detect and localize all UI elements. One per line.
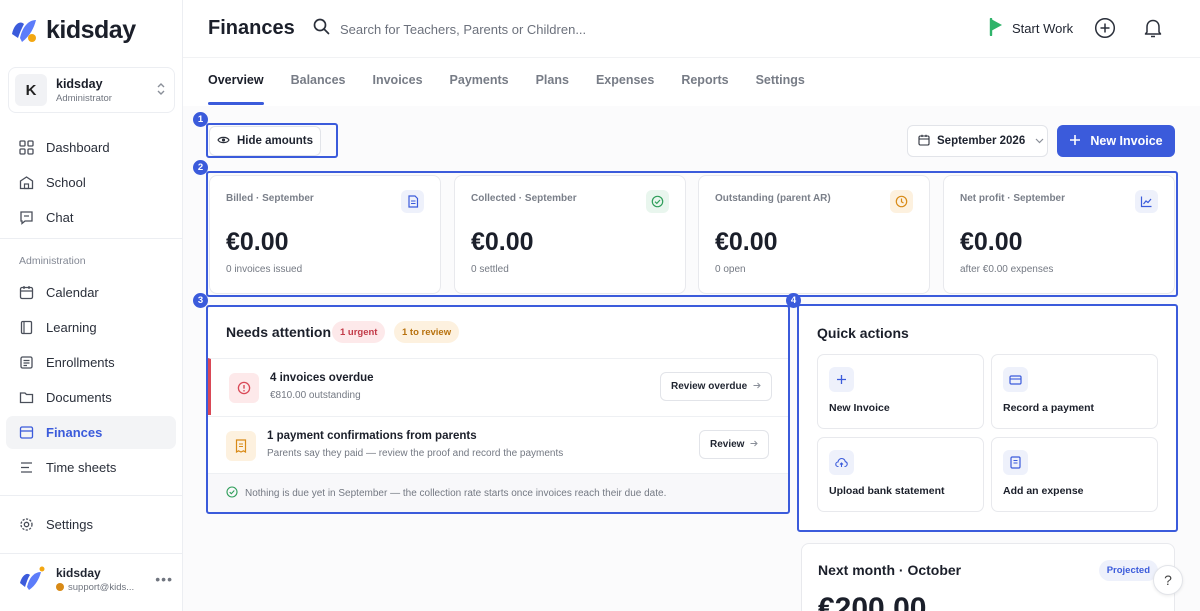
sidebar-item-label: Dashboard — [46, 140, 110, 155]
tab-payments[interactable]: Payments — [450, 58, 509, 104]
user-menu[interactable]: kidsday support@kids... ••• — [18, 565, 173, 593]
period-select[interactable]: September 2026 — [907, 125, 1048, 157]
tab-overview[interactable]: Overview — [208, 58, 264, 105]
sidebar-divider — [0, 238, 183, 239]
user-name: kidsday — [56, 565, 101, 580]
tab-settings[interactable]: Settings — [756, 58, 805, 104]
org-role: Administrator — [56, 92, 112, 104]
next-month-card: Next month · October Projected €200.00 — [801, 543, 1175, 611]
sidebar-item-label: Enrollments — [46, 355, 115, 370]
brand-name: kidsday — [46, 15, 136, 44]
sidebar-item-dashboard[interactable]: Dashboard — [6, 131, 176, 164]
highlight-box — [206, 171, 1178, 297]
section-title: Next month · October — [818, 562, 962, 578]
sidebar-item-label: Documents — [46, 390, 112, 405]
brand[interactable]: kidsday — [8, 14, 136, 46]
calendar-icon — [18, 285, 34, 301]
search-bar[interactable]: Search for Teachers, Parents or Children… — [313, 18, 586, 40]
sidebar-item-chat[interactable]: Chat — [6, 201, 176, 234]
avatar — [18, 565, 46, 593]
sidebar-item-settings[interactable]: Settings — [6, 508, 176, 541]
sidebar-item-label: Time sheets — [46, 460, 117, 475]
enrollments-icon — [18, 355, 34, 371]
sidebar-item-label: Calendar — [46, 285, 99, 300]
kidsday-logo-icon — [8, 14, 40, 46]
folder-icon — [18, 390, 34, 406]
grid-icon — [18, 140, 34, 156]
sidebar-item-label: Chat — [46, 210, 74, 225]
page-title: Finances — [208, 17, 295, 39]
sidebar-item-learning[interactable]: Learning — [6, 311, 176, 344]
projected-value: €200.00 — [818, 592, 927, 611]
period-label: September 2026 — [937, 135, 1026, 147]
search-input[interactable]: Search for Teachers, Parents or Children… — [340, 22, 586, 37]
start-work-button[interactable]: Start Work — [989, 17, 1074, 39]
top-header: Finances Search for Teachers, Parents or… — [183, 0, 1200, 58]
sidebar-divider — [0, 553, 183, 554]
school-icon — [18, 175, 34, 191]
start-work-label: Start Work — [1012, 21, 1074, 36]
search-icon — [313, 18, 330, 40]
finance-tabs: Overview Balances Invoices Payments Plan… — [208, 58, 805, 106]
sidebar-divider — [0, 495, 183, 496]
sidebar-section-label: Administration — [19, 255, 86, 267]
user-email: support@kids... — [68, 581, 135, 593]
calendar-icon — [918, 134, 930, 149]
highlight-box — [206, 305, 790, 514]
finances-icon — [18, 425, 34, 441]
sidebar-item-label: Finances — [46, 425, 103, 440]
tab-plans[interactable]: Plans — [536, 58, 569, 104]
flag-icon — [989, 17, 1004, 39]
org-switcher[interactable]: K kidsday Administrator — [8, 67, 175, 113]
tab-balances[interactable]: Balances — [291, 58, 346, 104]
sidebar-item-enrollments[interactable]: Enrollments — [6, 346, 176, 379]
status-indicator — [56, 583, 64, 591]
tab-reports[interactable]: Reports — [681, 58, 728, 104]
org-name: kidsday — [56, 76, 103, 91]
plus-icon — [1069, 134, 1081, 149]
tab-invoices[interactable]: Invoices — [373, 58, 423, 104]
chevron-up-down-icon — [156, 82, 166, 99]
sidebar-item-label: School — [46, 175, 86, 190]
chevron-down-icon — [1035, 135, 1044, 147]
sidebar-item-documents[interactable]: Documents — [6, 381, 176, 414]
help-button[interactable]: ? — [1153, 565, 1183, 595]
annotation-marker: 2 — [193, 160, 208, 175]
highlight-box — [797, 304, 1178, 532]
sidebar-item-calendar[interactable]: Calendar — [6, 276, 176, 309]
new-invoice-button[interactable]: New Invoice — [1057, 125, 1175, 157]
add-circle-icon[interactable] — [1094, 17, 1116, 39]
annotation-marker: 4 — [786, 293, 801, 308]
book-icon — [18, 320, 34, 336]
sidebar-item-finances[interactable]: Finances — [6, 416, 176, 449]
sidebar-settings-nav: Settings — [6, 508, 176, 543]
sidebar-item-time-sheets[interactable]: Time sheets — [6, 451, 176, 484]
sidebar-item-label: Learning — [46, 320, 97, 335]
chat-icon — [18, 210, 34, 226]
sidebar-admin-nav: Administration Calendar Learning Enrollm… — [6, 240, 176, 486]
gear-icon — [18, 517, 34, 533]
sidebar-item-school[interactable]: School — [6, 166, 176, 199]
sidebar-item-label: Settings — [46, 517, 93, 532]
tab-expenses[interactable]: Expenses — [596, 58, 654, 104]
sidebar: kidsday K kidsday Administrator Dashboar… — [0, 0, 183, 611]
timesheet-icon — [18, 460, 34, 476]
projected-badge: Projected — [1098, 560, 1158, 581]
bell-icon[interactable] — [1142, 17, 1164, 39]
annotation-marker: 3 — [193, 293, 208, 308]
more-horizontal-icon[interactable]: ••• — [155, 571, 173, 587]
org-avatar: K — [15, 74, 47, 106]
new-invoice-label: New Invoice — [1090, 134, 1163, 148]
highlight-box — [206, 123, 338, 158]
sidebar-primary-nav: Dashboard School Chat — [6, 131, 176, 236]
annotation-marker: 1 — [193, 112, 208, 127]
